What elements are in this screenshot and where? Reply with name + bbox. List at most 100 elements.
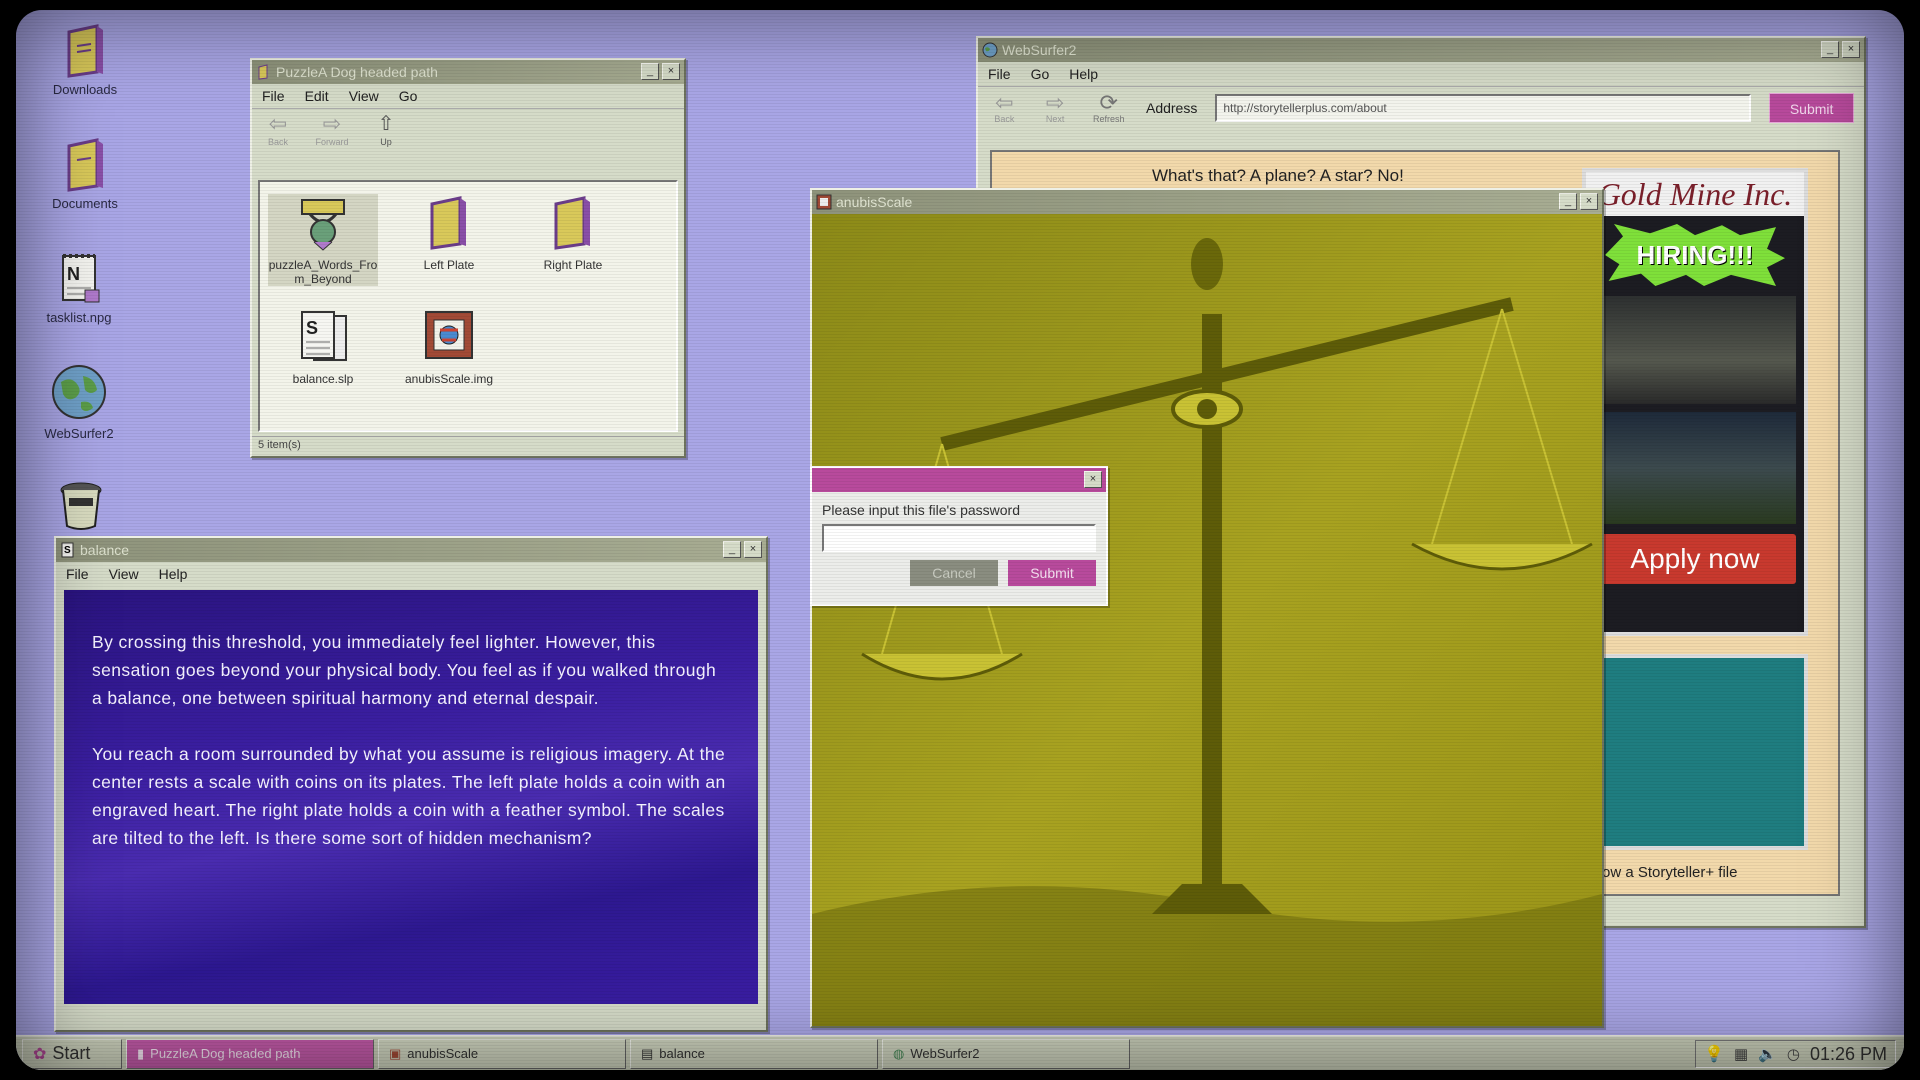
- explorer-toolbar: ⇦ Back ⇨ Forward ⇧ Up: [252, 108, 684, 152]
- back-arrow-icon: ⇦: [268, 111, 288, 136]
- submit-button[interactable]: Submit: [1008, 560, 1096, 586]
- close-button[interactable]: ×: [1842, 41, 1860, 58]
- explorer-menubar: File Edit View Go: [252, 84, 684, 108]
- password-dialog-titlebar[interactable]: ×: [812, 468, 1106, 492]
- dialog-close-button[interactable]: ×: [1084, 471, 1102, 488]
- menu-edit[interactable]: Edit: [305, 88, 329, 104]
- back-arrow-icon: ⇦: [995, 89, 1014, 115]
- hiring-ad[interactable]: Gold Mine Inc. HIRING!!! Apply now: [1582, 168, 1808, 636]
- bucket-icon: [60, 482, 102, 530]
- cancel-button[interactable]: Cancel: [910, 560, 998, 586]
- explorer-file-area: puzzleA_Words_From_Beyond Left Plate Rig…: [258, 180, 678, 432]
- minimize-button[interactable]: _: [641, 63, 659, 80]
- file-item-balance-slp[interactable]: S balance.slp: [268, 308, 378, 386]
- svg-text:S: S: [306, 318, 318, 338]
- notepad-icon: N: [62, 254, 100, 303]
- password-prompt: Please input this file's password: [822, 502, 1020, 518]
- clock-icon[interactable]: ◷: [1787, 1045, 1800, 1063]
- explorer-statusbar: 5 item(s): [252, 436, 684, 456]
- file-item-puzzlea[interactable]: puzzleA_Words_From_Beyond: [268, 194, 378, 286]
- back-button[interactable]: ⇦ Back: [260, 109, 296, 152]
- apply-now-button[interactable]: Apply now: [1594, 534, 1796, 584]
- explorer-titlebar[interactable]: PuzzleA Dog headed path _ ×: [252, 60, 684, 84]
- menu-file[interactable]: File: [988, 66, 1011, 82]
- taskbar: ✿ Start ▮ PuzzleA Dog headed path ▣ anub…: [16, 1035, 1904, 1070]
- task-anubisscale[interactable]: ▣ anubisScale: [378, 1038, 626, 1069]
- ad-title: Gold Mine Inc.: [1586, 172, 1804, 216]
- menu-go[interactable]: Go: [399, 88, 418, 104]
- file-label: balance.slp: [292, 372, 354, 386]
- balance-menubar: File View Help: [56, 562, 766, 586]
- forward-button[interactable]: ⇨ Forward: [314, 109, 350, 152]
- minimize-button[interactable]: _: [1821, 41, 1839, 58]
- start-button[interactable]: ✿ Start: [22, 1038, 122, 1069]
- back-button[interactable]: ⇦ Back: [988, 89, 1021, 124]
- menu-view[interactable]: View: [349, 88, 379, 104]
- anubisscale-titlebar[interactable]: anubisScale _ ×: [812, 190, 1602, 214]
- lightbulb-icon[interactable]: 💡: [1704, 1044, 1724, 1064]
- taskbar-clock: 01:26 PM: [1809, 1043, 1887, 1064]
- menu-file[interactable]: File: [262, 88, 285, 104]
- ad-hiring-burst: HIRING!!!: [1605, 224, 1785, 286]
- websurfer2-menubar: File Go Help: [978, 62, 1864, 86]
- folder-icon: [67, 24, 103, 78]
- menu-go[interactable]: Go: [1031, 66, 1050, 82]
- ad-truck-photo: [1594, 296, 1796, 404]
- task-explorer[interactable]: ▮ PuzzleA Dog headed path: [126, 1038, 374, 1069]
- websurfer2-toolbar: ⇦ Back ⇨ Next ⟳ Refresh Address http://stor…: [978, 86, 1864, 128]
- minimize-button[interactable]: _: [723, 541, 741, 558]
- forward-arrow-icon: ⇨: [1045, 89, 1065, 115]
- refresh-icon: ⟳: [1099, 89, 1118, 115]
- menu-view[interactable]: View: [109, 566, 139, 582]
- folder-icon: [554, 196, 590, 250]
- address-input[interactable]: http://storytellerplus.com/about: [1215, 93, 1752, 122]
- websurfer2-titlebar[interactable]: WebSurfer2 _ ×: [978, 38, 1864, 62]
- balance-window: S balance _ × File View Help By crossing …: [54, 536, 768, 1032]
- balance-titlebar[interactable]: S balance _ ×: [56, 538, 766, 562]
- globe-icon: [982, 42, 998, 58]
- desktop-icon-websurfer2[interactable]: WebSurfer2: [34, 362, 124, 441]
- volume-icon[interactable]: 🔈: [1758, 1045, 1777, 1063]
- folder-icon: ▮: [137, 1045, 145, 1061]
- minimize-button[interactable]: _: [1559, 193, 1577, 210]
- webpage-footer-text: s how a Storyteller+ file: [1582, 864, 1738, 881]
- file-label: puzzleA_Words_From_Beyond: [268, 258, 378, 286]
- desktop-icon-tasklist[interactable]: N tasklist.npg: [34, 250, 124, 325]
- file-item-right-plate[interactable]: Right Plate: [518, 194, 628, 272]
- menu-help[interactable]: Help: [1069, 66, 1098, 82]
- menu-file[interactable]: File: [66, 566, 89, 582]
- globe-icon: ◍: [893, 1045, 905, 1061]
- desktop-icon-downloads[interactable]: Downloads: [40, 22, 130, 97]
- story-paragraph-2: You reach a room surrounded by what you …: [92, 744, 726, 848]
- file-item-anubisscale-img[interactable]: anubisScale.img: [394, 308, 504, 386]
- explorer-window: PuzzleA Dog headed path _ × File Edit Vie…: [250, 58, 686, 458]
- up-button[interactable]: ⇧ Up: [368, 109, 404, 152]
- window-title: PuzzleA Dog headed path: [276, 64, 438, 80]
- up-folder-icon: ⇧: [377, 113, 395, 135]
- document-icon: S: [61, 542, 74, 558]
- menu-help[interactable]: Help: [159, 566, 188, 582]
- next-button[interactable]: ⇨ Next: [1039, 89, 1072, 124]
- password-dialog: × Please input this file's password Canc…: [810, 466, 1108, 606]
- file-label: Right Plate: [543, 258, 603, 272]
- close-button[interactable]: ×: [662, 63, 680, 80]
- network-icon[interactable]: ▦: [1734, 1045, 1748, 1063]
- close-button[interactable]: ×: [744, 541, 762, 558]
- system-tray: 💡 ▦ 🔈 ◷ 01:26 PM: [1695, 1040, 1896, 1068]
- file-item-left-plate[interactable]: Left Plate: [394, 194, 504, 272]
- file-label: anubisScale.img: [404, 372, 494, 386]
- task-balance[interactable]: ▤ balance: [630, 1038, 878, 1069]
- password-input[interactable]: [822, 524, 1096, 552]
- desktop-icon-label: WebSurfer2: [44, 426, 114, 441]
- refresh-button[interactable]: ⟳ Refresh: [1089, 89, 1128, 124]
- address-submit-button[interactable]: Submit: [1769, 92, 1855, 123]
- window-title: anubisScale: [836, 194, 913, 210]
- webpage-teal-panel: [1582, 654, 1808, 850]
- story-paragraph-1: By crossing this threshold, you immediat…: [92, 632, 717, 708]
- close-button[interactable]: ×: [1580, 193, 1598, 210]
- task-websurfer2[interactable]: ◍ WebSurfer2: [882, 1038, 1130, 1069]
- anubis-scale-image: [812, 214, 1602, 1026]
- desktop-icon-documents[interactable]: Documents: [40, 136, 130, 211]
- document-icon: S: [301, 311, 347, 361]
- document-icon: ▤: [641, 1045, 654, 1061]
